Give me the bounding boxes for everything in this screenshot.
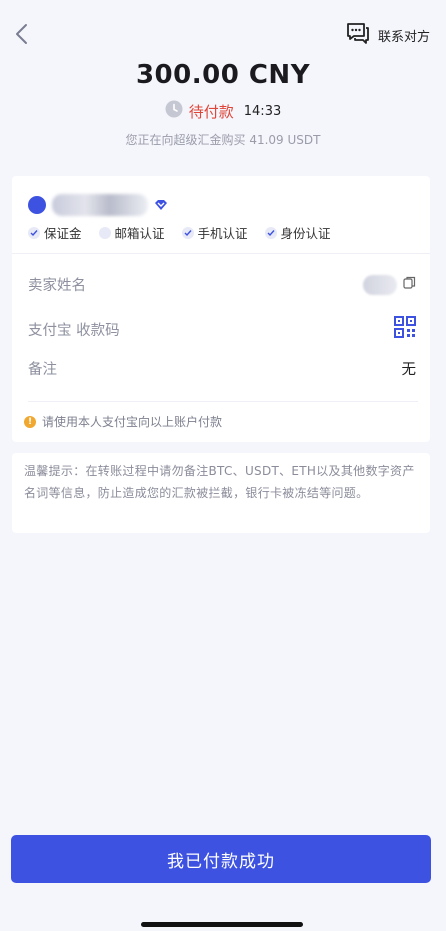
seller-name-value[interactable] [363,274,416,295]
diamond-icon [154,196,168,215]
avatar [28,196,46,214]
chat-icon [346,22,370,48]
back-icon[interactable] [8,20,34,48]
check-icon [28,226,40,239]
check-icon [98,226,111,239]
order-amount: 300.00 CNY [135,60,311,90]
seller-card: 保证金 邮箱认证 手机认证 身份认证 卖家姓名 支付宝 收款码 备注 无 ! 请… [12,176,430,442]
check-icon [264,226,277,239]
divider [12,253,430,254]
contact-label: 联系对方 [377,29,430,45]
seller-name-blurred [363,274,397,295]
check-icon [181,226,194,239]
payment-tip: ! 请使用本人支付宝向以上账户付款 [24,413,222,430]
note-value: 无 [401,362,417,378]
status-label: 待付款 [188,102,234,121]
qr-code-icon[interactable] [394,316,416,342]
note-label: 备注 [28,362,57,378]
order-status: 待付款 14:33 [0,100,446,122]
home-indicator [141,922,303,927]
seller-name-blurred [52,194,148,216]
notice-card: 温馨提示：在转账过程中请勿备注BTC、USDT、ETH以及其他数字资产名词等信息… [12,453,430,533]
badge-phone: 手机认证 [181,223,248,242]
badge-identity: 身份认证 [264,223,331,242]
verification-badges: 保证金 邮箱认证 手机认证 身份认证 [28,223,331,242]
payment-method-label: 支付宝 收款码 [28,322,120,339]
badge-label: 身份认证 [280,226,331,241]
payment-qr-row: 支付宝 收款码 [28,316,416,342]
seller-name-row: 卖家姓名 [28,274,416,295]
warning-icon: ! [24,415,36,428]
copy-icon[interactable] [403,276,416,293]
badge-email: 邮箱认证 [98,223,165,242]
note-row: 备注 无 [28,358,416,379]
notice-text: 温馨提示：在转账过程中请勿备注BTC、USDT、ETH以及其他数字资产名词等信息… [24,464,415,500]
seller-header [28,194,168,216]
payment-tip-text: 请使用本人支付宝向以上账户付款 [42,415,223,429]
divider [28,401,418,402]
purchase-subtitle: 您正在向超级汇金购买 41.09 USDT [125,133,321,147]
countdown-timer: 14:33 [243,103,282,119]
badge-label: 保证金 [44,226,82,241]
badge-label: 邮箱认证 [114,226,165,241]
badge-label: 手机认证 [197,226,248,241]
badge-deposit: 保证金 [28,223,82,242]
paid-button[interactable]: 我已付款成功 [11,835,431,883]
clock-icon [165,100,183,122]
seller-name-label: 卖家姓名 [28,278,86,294]
contact-button[interactable]: 联系对方 [346,22,430,48]
